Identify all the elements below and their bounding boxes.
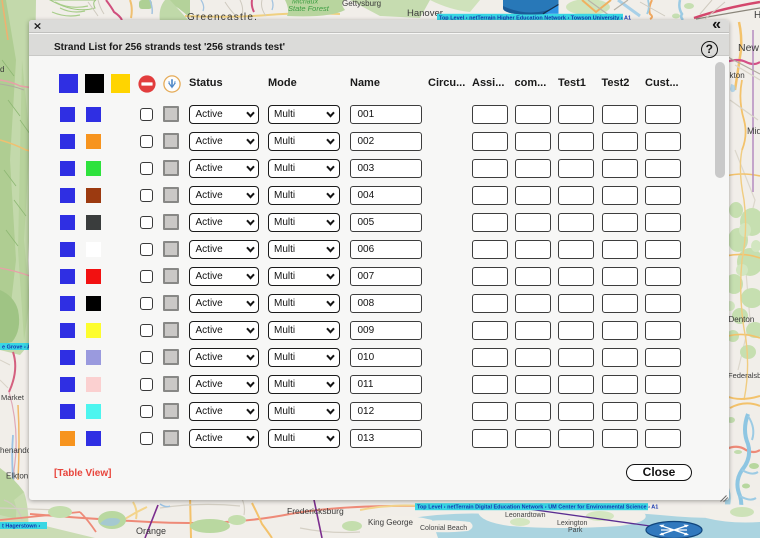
- svg-text:Elkton: Elkton: [6, 472, 28, 481]
- svg-text:State Forest: State Forest: [288, 4, 330, 13]
- svg-text:d: d: [0, 65, 4, 74]
- svg-text:King George: King George: [368, 518, 413, 527]
- svg-text:Orange: Orange: [136, 526, 166, 536]
- svg-text:Lexington: Lexington: [557, 520, 587, 527]
- svg-text:Mid: Mid: [747, 126, 760, 136]
- svg-text:Market: Market: [1, 393, 25, 402]
- svg-text:Leonardtown: Leonardtown: [505, 512, 546, 519]
- svg-text:Colonial Beach: Colonial Beach: [420, 525, 467, 532]
- svg-text:Park: Park: [568, 527, 583, 534]
- svg-text:Gettysburg: Gettysburg: [342, 0, 381, 8]
- svg-text:New: New: [738, 42, 759, 54]
- svg-text:Fredericksburg: Fredericksburg: [287, 506, 344, 516]
- svg-text:Top Level › netTerrain Digital: Top Level › netTerrain Digital Education…: [417, 505, 658, 511]
- svg-text:t Hagerstown ›: t Hagerstown ›: [2, 524, 40, 530]
- svg-text:henando: henando: [0, 446, 32, 455]
- svg-text:H: H: [754, 10, 760, 21]
- svg-text:Denton: Denton: [729, 315, 755, 324]
- svg-text:Federalsb: Federalsb: [728, 371, 760, 380]
